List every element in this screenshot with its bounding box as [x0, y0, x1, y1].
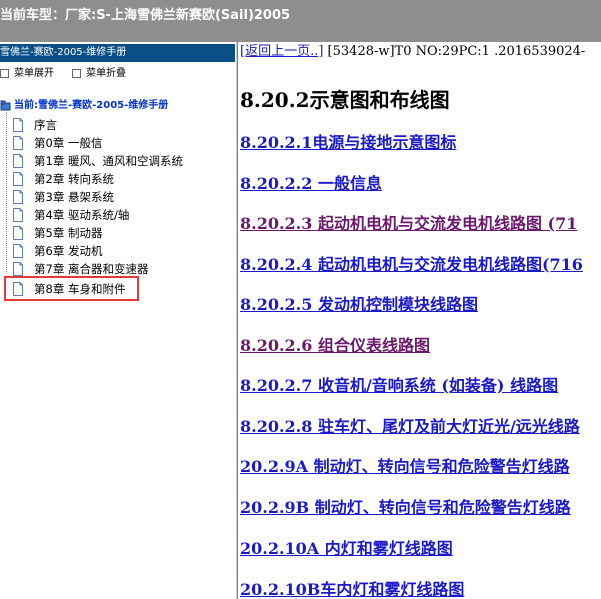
- tree-item-label: 第6章 发动机: [34, 244, 103, 258]
- toc-link[interactable]: 8.20.2.5 发动机控制模块线路图: [240, 291, 478, 315]
- tree-root-label: 当前:雪佛兰-赛欧-2005-维修手册: [14, 100, 169, 111]
- tree-item-label: 第2章 转向系统: [34, 172, 114, 186]
- document-icon: [13, 244, 23, 258]
- toc-link[interactable]: 20.2.10A 内灯和雾灯线路图: [240, 535, 453, 559]
- tree-item-label: 序言: [34, 118, 57, 132]
- expand-menu-label: 菜单展开: [14, 68, 54, 79]
- expand-icon: [0, 68, 9, 78]
- selected-item-highlight: [4, 276, 139, 301]
- sidebar: 雪佛兰-赛欧-2005-维修手册 菜单展开 菜单折叠 当前:雪佛兰-赛欧-200…: [0, 42, 235, 599]
- toc-link[interactable]: 8.20.2.8 驻车灯、尾灯及前大灯近光/远光线路: [240, 413, 580, 437]
- title-bar: 当前车型：厂家:S-上海雪佛兰新赛欧(Sail)2005: [0, 0, 601, 42]
- nav-line: [返回上一页..] [53428-w]T0 NO:29PC:1 .2016539…: [240, 44, 585, 60]
- toc-link[interactable]: 8.20.2.4 起动机电机与交流发电机线路图(716: [240, 251, 583, 275]
- collapse-icon: [72, 68, 81, 78]
- document-icon: [13, 154, 23, 168]
- toc-link[interactable]: 20.2.10B车内灯和雾灯线路图: [240, 576, 464, 599]
- content-pane: [返回上一页..] [53428-w]T0 NO:29PC:1 .2016539…: [238, 42, 601, 599]
- tree-item-label: 第0章 一般信: [34, 136, 103, 150]
- toc-link[interactable]: 8.20.2.1电源与接地示意图标: [240, 129, 456, 153]
- tree-item-label: 第1章 暖风、通风和空调系统: [34, 154, 183, 168]
- toc-link[interactable]: 8.20.2.7 收音机/音响系统 (如装备) 线路图: [240, 372, 558, 396]
- tree-connector: [6, 112, 8, 272]
- folder-root-icon: [0, 100, 11, 111]
- document-icon: [13, 190, 23, 204]
- toc-link[interactable]: 8.20.2.2 一般信息: [240, 170, 382, 194]
- document-icon: [13, 226, 23, 240]
- toc-link[interactable]: 20.2.9A 制动灯、转向信号和危险警告灯线路: [240, 453, 570, 477]
- back-link[interactable]: [返回上一页..]: [240, 44, 323, 59]
- toc-link[interactable]: 20.2.9B 制动灯、转向信号和危险警告灯线路: [240, 494, 571, 518]
- sidebar-header-text: 雪佛兰-赛欧-2005-维修手册: [0, 47, 127, 58]
- document-icon: [13, 262, 23, 276]
- sidebar-header: 雪佛兰-赛欧-2005-维修手册: [0, 44, 235, 62]
- document-icon: [13, 208, 23, 222]
- tree-item-label: 第5章 制动器: [34, 226, 103, 240]
- document-icon: [13, 136, 23, 150]
- toc-link[interactable]: 8.20.2.3 起动机电机与交流发电机线路图 (71: [240, 210, 577, 234]
- collapse-menu-label: 菜单折叠: [86, 68, 126, 79]
- toc-link[interactable]: 8.20.2.6 组合仪表线路图: [240, 332, 430, 356]
- document-icon: [13, 118, 23, 132]
- tree-item-label: 第3章 悬架系统: [34, 190, 114, 204]
- tree-item-label: 第4章 驱动系统/轴: [34, 208, 130, 222]
- menu-controls: 菜单展开 菜单折叠: [0, 66, 235, 82]
- document-icon: [13, 172, 23, 186]
- doc-info: [53428-w]T0 NO:29PC:1 .2016539024-: [323, 44, 586, 59]
- title-text: 当前车型：厂家:S-上海雪佛兰新赛欧(Sail)2005: [0, 8, 291, 23]
- page-title: 8.20.2示意图和布线图: [240, 88, 450, 112]
- expand-menu-button[interactable]: 菜单展开: [0, 66, 54, 82]
- collapse-menu-button[interactable]: 菜单折叠: [72, 66, 126, 82]
